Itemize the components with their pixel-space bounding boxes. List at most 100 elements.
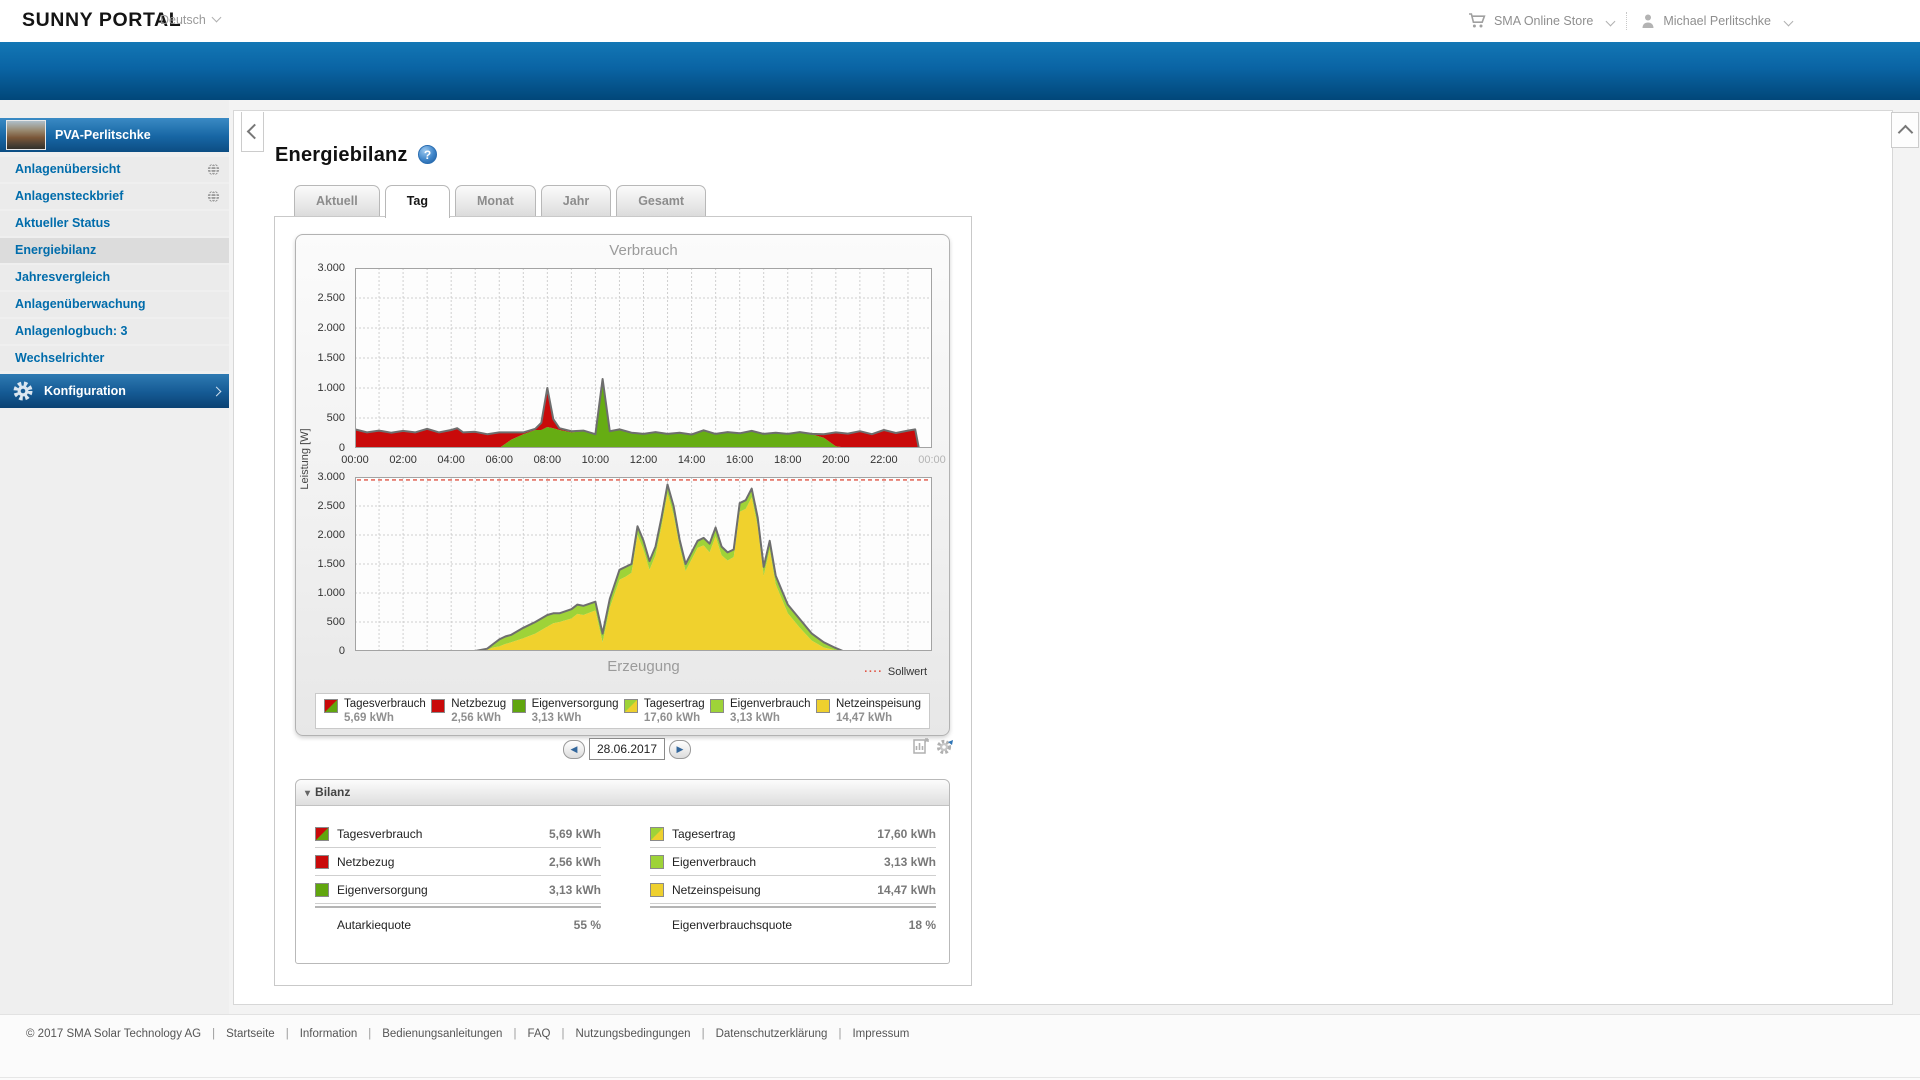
balance-value: 14,47 kWh — [877, 882, 936, 897]
export-icon[interactable] — [912, 737, 929, 756]
balance-label: Eigenversorgung — [337, 882, 428, 897]
legend-swatch-icon — [431, 698, 446, 713]
globe-icon — [207, 163, 220, 176]
screen: SUNNY PORTAL Deutsch SMA Online Store Mi… — [0, 0, 1920, 1080]
balance-quote-row: Eigenverbrauchsquote 18 % — [650, 908, 936, 942]
sidebar-item-aktueller-status[interactable]: Aktueller Status — [0, 211, 229, 236]
cart-icon — [1468, 13, 1487, 29]
x-tick-label: 22:00 — [870, 454, 898, 466]
y-tick-label: 2.500 — [317, 500, 345, 512]
legend-swatch-icon — [315, 855, 329, 869]
legend-swatch-icon — [511, 698, 526, 713]
legend-label: Tagesertrag — [643, 697, 705, 710]
globe-icon — [207, 190, 220, 203]
sidebar-item-anlagenüberwachung[interactable]: Anlagenüberwachung — [0, 292, 229, 317]
legend-entry: Netzbezug 2,56 kWh — [431, 698, 506, 725]
next-day-button[interactable]: ▶ — [669, 739, 691, 759]
settings-icon[interactable] — [935, 737, 954, 756]
tab-gesamt[interactable]: Gesamt — [616, 185, 707, 216]
user-label: Michael Perlitschke — [1663, 14, 1771, 28]
y-tick-label: 2.000 — [317, 529, 345, 541]
y-tick-label: 0 — [338, 645, 345, 657]
tab-monat[interactable]: Monat — [454, 185, 536, 216]
balance-row: Netzbezug 2,56 kWh — [315, 848, 601, 876]
sollwert-legend: ···· Sollwert — [864, 666, 927, 678]
legend-swatch-icon — [650, 827, 664, 841]
balance-title: Bilanz — [315, 785, 351, 799]
x-tick-label: 02:00 — [389, 454, 417, 466]
balance-row: Eigenversorgung 3,13 kWh — [315, 876, 601, 904]
page-title: Energiebilanz — [275, 144, 408, 166]
top-bar: SUNNY PORTAL Deutsch SMA Online Store Mi… — [0, 0, 1920, 42]
sidebar-item-label: Wechselrichter — [15, 351, 105, 365]
footer-separator: | — [285, 1028, 289, 1040]
sidebar-item-label: Energiebilanz — [15, 243, 97, 257]
sidebar-item-anlagenlogbuch-3[interactable]: Anlagenlogbuch: 3 — [0, 319, 229, 344]
legend-label: Netzbezug — [451, 697, 507, 710]
collapse-panel-button[interactable] — [241, 112, 264, 152]
y-tick-label: 2.500 — [317, 292, 345, 304]
tab-jahr[interactable]: Jahr — [540, 185, 612, 216]
balance-row: Tagesertrag 17,60 kWh — [650, 820, 936, 848]
y-tick-label: 1.000 — [317, 587, 345, 599]
sidebar-item-jahresvergleich[interactable]: Jahresvergleich — [0, 265, 229, 290]
y-tick-label: 500 — [326, 616, 345, 628]
user-menu[interactable]: Michael Perlitschke — [1640, 13, 1794, 29]
station-header[interactable]: PVA-Perlitschke — [0, 118, 229, 152]
footer-separator: | — [368, 1028, 372, 1040]
balance-quote-row: Autarkiequote 55 % — [315, 908, 601, 942]
footer-separator: | — [212, 1028, 216, 1040]
sidebar-item-anlagensteckbrief[interactable]: Anlagensteckbrief — [0, 184, 229, 209]
chart-legend: Tagesverbrauch 5,69 kWh Netzbezug 2,56 kWh E… — [315, 693, 930, 729]
y-tick-label: 3.000 — [317, 471, 345, 483]
sidebar-item-label: Aktueller Status — [15, 216, 111, 230]
sollwert-dashes-icon: ···· — [864, 666, 883, 678]
balance-header[interactable]: ▾ Bilanz — [296, 780, 949, 806]
legend-swatch-icon — [315, 827, 329, 841]
chart-panel: Verbrauch Leistung [W] 3.000 2.500 2.000 1.… — [295, 234, 950, 736]
chevron-down-icon — [211, 12, 222, 23]
footer-link-impressum[interactable]: Impressum — [852, 1028, 909, 1040]
footer-divider — [0, 1077, 1920, 1078]
x-tick-label: 06:00 — [485, 454, 514, 466]
legend-value: 17,60 kWh — [643, 711, 701, 724]
legend-value: 3,13 kWh — [730, 711, 780, 724]
balance-value: 3,13 kWh — [883, 854, 936, 869]
x-tick-label: 14:00 — [677, 454, 706, 466]
legend-entry: Tagesertrag 17,60 kWh — [623, 697, 705, 725]
footer-links: © 2017 SMA Solar Technology AG | Startseit… — [26, 1028, 909, 1040]
date-input[interactable] — [589, 738, 665, 760]
app-logo: SUNNY PORTAL — [22, 9, 182, 31]
tab-tag[interactable]: Tag — [384, 185, 450, 218]
sidebar-item-energiebilanz[interactable]: Energiebilanz — [0, 238, 229, 263]
tab-aktuell[interactable]: Aktuell — [294, 185, 380, 216]
footer-link-information[interactable]: Information — [300, 1028, 358, 1040]
sidebar-item-wechselrichter[interactable]: Wechselrichter — [0, 346, 229, 371]
language-selector[interactable]: Deutsch — [160, 12, 222, 27]
y-axis-ticks-bottom: 3.000 2.500 2.000 1.500 1.000 500 0 — [296, 471, 351, 657]
footer-link-faq[interactable]: FAQ — [527, 1028, 550, 1040]
sidebar: PVA-Perlitschke Anlagenübersicht Anlagens… — [0, 100, 229, 1014]
footer-link-nutzungsbedingungen[interactable]: Nutzungsbedingungen — [575, 1028, 690, 1040]
legend-swatch-icon — [623, 698, 638, 713]
language-label: Deutsch — [160, 13, 206, 27]
prev-day-button[interactable]: ◀ — [563, 739, 585, 759]
footer-link-datenschutzerklärung[interactable]: Datenschutzerklärung — [716, 1028, 828, 1040]
sidebar-item-label: Anlagenlogbuch: 3 — [15, 324, 128, 338]
footer-link-startseite[interactable]: Startseite — [226, 1028, 275, 1040]
legend-swatch-icon — [815, 698, 830, 713]
footer-link-bedienungsanleitungen[interactable]: Bedienungsanleitungen — [382, 1028, 502, 1040]
chart-tools — [912, 737, 954, 756]
y-axis-ticks-top: 3.000 2.500 2.000 1.500 1.000 500 0 — [296, 262, 351, 454]
sidebar-item-label: Anlagensteckbrief — [15, 189, 124, 203]
help-icon[interactable]: ? — [418, 145, 437, 164]
balance-quote-label: Autarkiequote — [337, 918, 412, 932]
sidebar-item-konfiguration[interactable]: Konfiguration — [0, 374, 229, 408]
scroll-top-button[interactable] — [1891, 112, 1919, 148]
chevron-up-icon — [1897, 124, 1913, 140]
collapse-triangle-icon: ▾ — [305, 788, 311, 799]
store-menu[interactable]: SMA Online Store — [1468, 13, 1616, 29]
sidebar-item-anlagenübersicht[interactable]: Anlagenübersicht — [0, 157, 229, 182]
balance-quote-label: Eigenverbrauchsquote — [672, 918, 793, 932]
legend-label: Eigenversorgung — [531, 697, 619, 710]
